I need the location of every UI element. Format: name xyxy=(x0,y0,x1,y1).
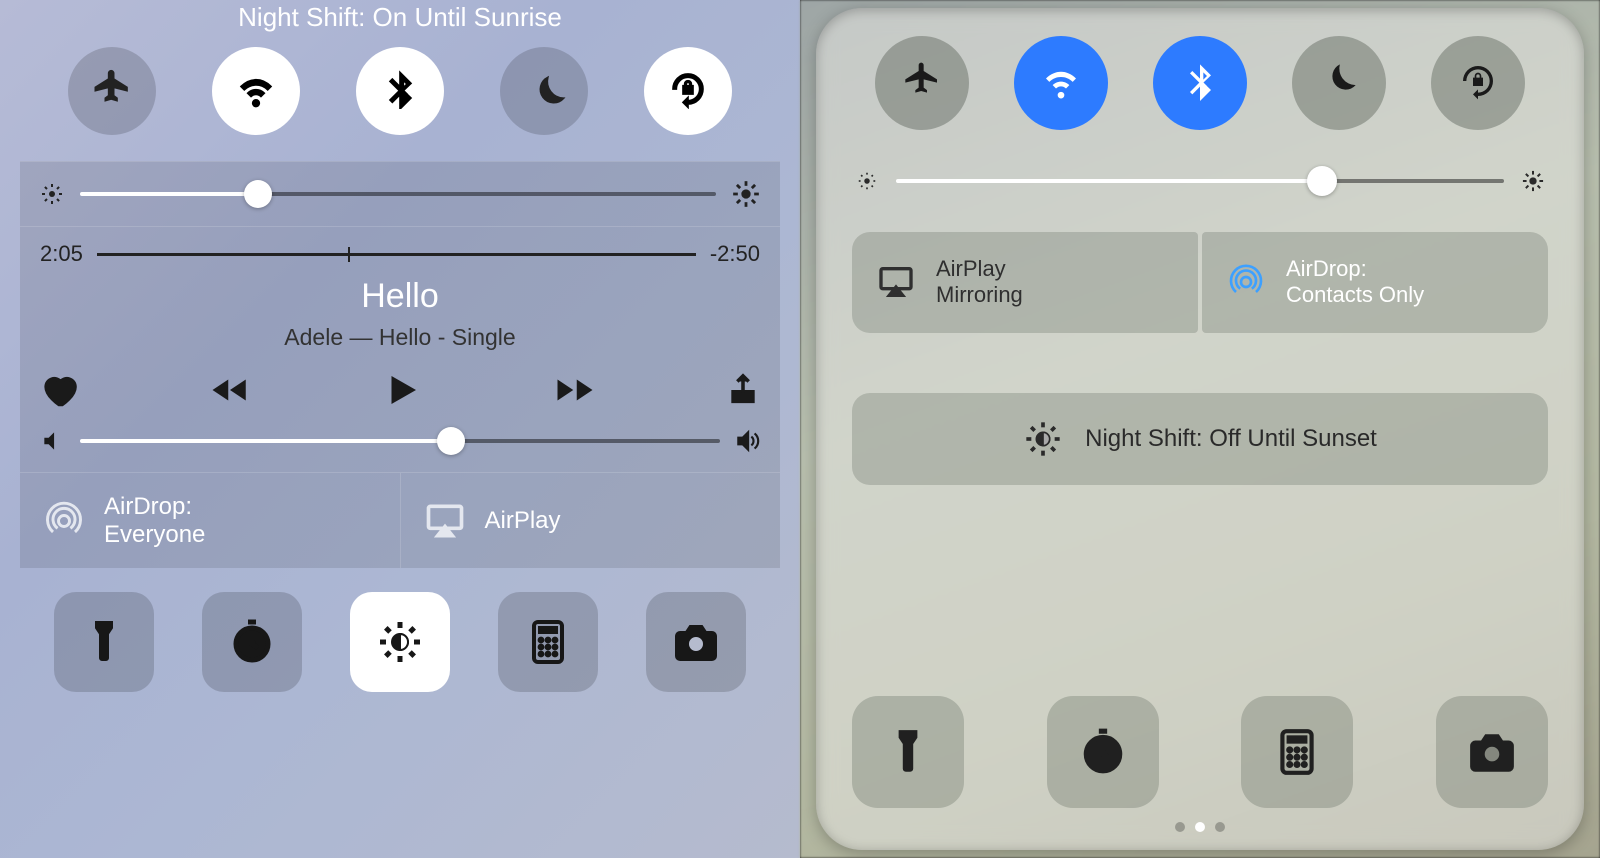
flashlight-button[interactable] xyxy=(852,696,964,808)
brightness-thumb[interactable] xyxy=(244,180,272,208)
airplay-icon xyxy=(876,262,916,302)
rewind-icon xyxy=(209,369,251,411)
connectivity-toggles xyxy=(20,47,780,161)
brightness-slider[interactable] xyxy=(852,160,1548,232)
timer-button[interactable] xyxy=(1047,696,1159,808)
night-shift-button[interactable]: Night Shift: Off Until Sunset xyxy=(852,393,1548,485)
airplane-icon xyxy=(902,61,942,106)
media-section: 2:05 -2:50 Hello Adele — Hello - Single xyxy=(20,226,780,472)
moon-icon xyxy=(527,74,561,108)
bluetooth-toggle[interactable] xyxy=(1153,36,1247,130)
rotation-lock-icon xyxy=(1458,61,1498,106)
rewind-button[interactable] xyxy=(209,369,251,416)
flashlight-icon xyxy=(80,618,128,666)
airplay-label: AirPlay xyxy=(485,507,561,535)
remaining-time: -2:50 xyxy=(710,241,760,267)
brightness-thumb[interactable] xyxy=(1307,166,1337,196)
airplay-button[interactable]: AirPlay xyxy=(401,473,781,568)
airdrop-button[interactable]: AirDrop: Contacts Only xyxy=(1202,232,1548,333)
play-icon xyxy=(381,369,423,411)
airplane-icon xyxy=(92,69,132,114)
air-section: AirPlay Mirroring AirDrop: Contacts Only xyxy=(852,232,1548,333)
volume-high-icon xyxy=(734,428,760,454)
wifi-icon xyxy=(1041,61,1081,106)
camera-icon xyxy=(672,618,720,666)
brightness-low-icon xyxy=(40,182,64,206)
forward-icon xyxy=(554,369,596,411)
flashlight-button[interactable] xyxy=(54,592,154,692)
timer-icon xyxy=(228,618,276,666)
bluetooth-icon xyxy=(380,69,420,114)
brightness-high-icon xyxy=(1522,170,1544,192)
volume-slider[interactable] xyxy=(40,428,760,454)
heart-icon xyxy=(40,371,78,409)
control-center-ios9: Night Shift: On Until Sunrise 2:05 -2:50… xyxy=(0,0,800,858)
control-center-panel: AirPlay Mirroring AirDrop: Contacts Only… xyxy=(816,8,1584,850)
scrub-bar[interactable]: 2:05 -2:50 xyxy=(40,241,760,267)
bluetooth-icon xyxy=(1180,61,1220,106)
track-title: Hello xyxy=(40,277,760,316)
airdrop-button[interactable]: AirDrop: Everyone xyxy=(20,473,401,568)
dnd-toggle[interactable] xyxy=(500,47,588,135)
airplay-label: AirPlay Mirroring xyxy=(936,256,1023,309)
volume-low-icon xyxy=(40,428,66,454)
night-shift-button[interactable] xyxy=(350,592,450,692)
forward-button[interactable] xyxy=(554,369,596,416)
page-indicator[interactable] xyxy=(852,808,1548,832)
control-center-ios10: AirPlay Mirroring AirDrop: Contacts Only… xyxy=(800,0,1600,858)
night-shift-label: Night Shift: Off Until Sunset xyxy=(1085,425,1377,453)
rotation-lock-toggle[interactable] xyxy=(644,47,732,135)
timer-icon xyxy=(1078,727,1128,777)
page-dot xyxy=(1215,822,1225,832)
airdrop-label: AirDrop: Contacts Only xyxy=(1286,256,1424,309)
camera-icon xyxy=(1467,727,1517,777)
airdrop-icon xyxy=(1226,262,1266,302)
calculator-icon xyxy=(1272,727,1322,777)
calculator-button[interactable] xyxy=(1241,696,1353,808)
brightness-slider[interactable] xyxy=(40,180,760,208)
status-title: Night Shift: On Until Sunrise xyxy=(20,0,780,47)
connectivity-toggles xyxy=(852,36,1548,160)
rotation-lock-toggle[interactable] xyxy=(1431,36,1525,130)
elapsed-time: 2:05 xyxy=(40,241,83,267)
wifi-toggle[interactable] xyxy=(1014,36,1108,130)
airplay-icon xyxy=(423,499,467,543)
night-shift-icon xyxy=(1023,419,1063,459)
wifi-icon xyxy=(236,69,276,114)
share-button[interactable] xyxy=(726,373,760,412)
airplane-toggle[interactable] xyxy=(68,47,156,135)
share-icon xyxy=(726,373,760,407)
airplay-mirroring-button[interactable]: AirPlay Mirroring xyxy=(852,232,1198,333)
camera-button[interactable] xyxy=(646,592,746,692)
page-dot xyxy=(1195,822,1205,832)
flashlight-icon xyxy=(883,727,933,777)
timer-button[interactable] xyxy=(202,592,302,692)
bluetooth-toggle[interactable] xyxy=(356,47,444,135)
airdrop-icon xyxy=(42,499,86,543)
camera-button[interactable] xyxy=(1436,696,1548,808)
calculator-icon xyxy=(524,618,572,666)
page-dot xyxy=(1175,822,1185,832)
favorite-button[interactable] xyxy=(40,371,78,414)
track-subtitle: Adele — Hello - Single xyxy=(40,324,760,351)
dnd-toggle[interactable] xyxy=(1292,36,1386,130)
volume-thumb[interactable] xyxy=(437,427,465,455)
night-shift-icon xyxy=(376,618,424,666)
brightness-low-icon xyxy=(856,170,878,192)
play-button[interactable] xyxy=(381,369,423,416)
calculator-button[interactable] xyxy=(498,592,598,692)
rotation-lock-icon xyxy=(668,69,708,114)
wifi-toggle[interactable] xyxy=(212,47,300,135)
airdrop-label: AirDrop: Everyone xyxy=(104,493,205,548)
app-shortcuts xyxy=(852,656,1548,808)
app-shortcuts xyxy=(20,568,780,702)
air-section: AirDrop: Everyone AirPlay xyxy=(20,472,780,568)
brightness-section xyxy=(20,161,780,226)
moon-icon xyxy=(1319,61,1359,106)
brightness-high-icon xyxy=(732,180,760,208)
airplane-toggle[interactable] xyxy=(875,36,969,130)
